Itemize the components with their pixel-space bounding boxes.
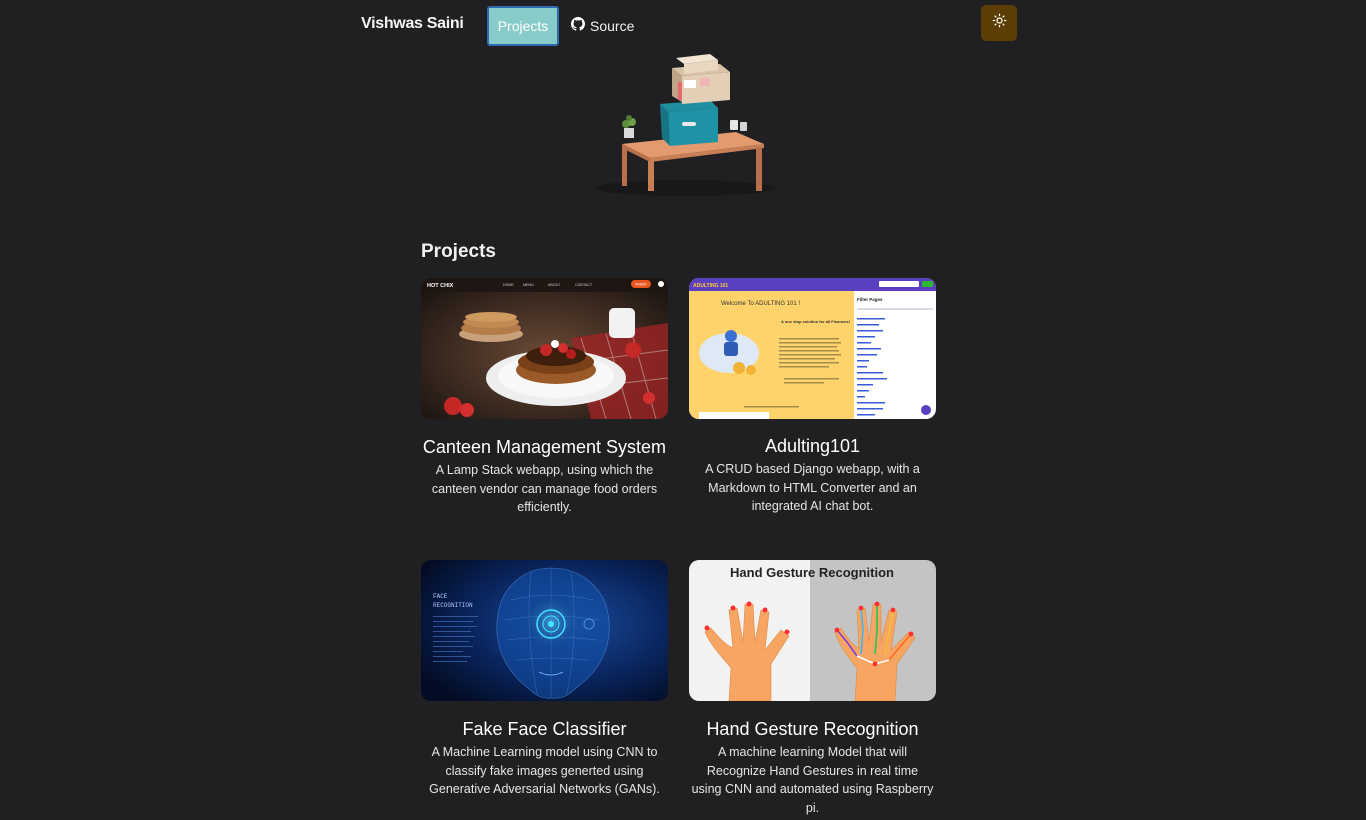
nav-source-label: Source xyxy=(590,17,635,34)
top-navbar: Vishwas Saini Projects Source xyxy=(0,0,1366,52)
nav-projects-link[interactable]: Projects xyxy=(487,6,559,46)
hero-desk-illustration xyxy=(560,48,800,208)
sun-icon xyxy=(992,13,1007,33)
project-thumbnail-adulting101[interactable]: ADULTING 101 Welcome To ADULTING 101 ! A… xyxy=(689,278,936,419)
thumb-nav-about: ABOUT xyxy=(548,283,561,287)
thumb-face-label-1: FACE xyxy=(433,593,448,600)
project-title[interactable]: Canteen Management System xyxy=(421,436,668,458)
project-description: A machine learning Model that will Recog… xyxy=(691,745,934,815)
project-description: A CRUD based Django webapp, with a Markd… xyxy=(705,462,920,513)
projects-heading: Projects xyxy=(421,241,496,262)
project-thumbnail-fake-face[interactable]: FACE RECOGNITION xyxy=(421,560,668,701)
project-thumbnail-canteen[interactable]: HOT CHIX HOME MENU ABOUT CONTACT ORDER xyxy=(421,278,668,419)
project-title[interactable]: Adulting101 xyxy=(689,435,936,457)
theme-toggle-button[interactable] xyxy=(981,5,1017,41)
project-description: A Lamp Stack webapp, using which the can… xyxy=(431,463,658,514)
thumb-gesture-title: Hand Gesture Recognition xyxy=(730,565,894,580)
project-description: A Machine Learning model using CNN to cl… xyxy=(429,745,660,796)
project-card-hand-gesture[interactable]: Hand Gesture Recognition Hand Gesture Re… xyxy=(689,560,936,817)
nav-projects-label: Projects xyxy=(497,18,549,34)
thumb-tagline-text: A one stop solution for all Finances! xyxy=(781,319,850,324)
project-thumbnail-hand-gesture[interactable]: Hand Gesture Recognition xyxy=(689,560,936,701)
thumb-nav-contact: CONTACT xyxy=(575,283,593,287)
thumb-logo-text: HOT CHIX xyxy=(427,283,454,289)
thumb-nav-menu: MENU xyxy=(523,283,534,287)
thumb-filter-text: Filter Pages xyxy=(857,297,883,302)
nav-source-link[interactable]: Source xyxy=(571,17,634,34)
thumb-face-label-2: RECOGNITION xyxy=(433,602,473,609)
project-card-canteen[interactable]: HOT CHIX HOME MENU ABOUT CONTACT ORDER C… xyxy=(421,278,668,517)
site-brand[interactable]: Vishwas Saini xyxy=(361,15,464,33)
project-card-fake-face[interactable]: FACE RECOGNITION Fake Face Classifier A … xyxy=(421,560,668,799)
project-title[interactable]: Hand Gesture Recognition xyxy=(689,718,936,740)
github-icon xyxy=(571,17,585,34)
project-title[interactable]: Fake Face Classifier xyxy=(421,718,668,740)
thumb-nav-home: HOME xyxy=(503,283,514,287)
project-card-adulting101[interactable]: ADULTING 101 Welcome To ADULTING 101 ! A… xyxy=(689,278,936,516)
thumb-order-text: ORDER xyxy=(635,283,647,287)
thumb-welcome-text: Welcome To ADULTING 101 ! xyxy=(721,301,800,307)
thumb-adulting-logo: ADULTING 101 xyxy=(693,283,728,289)
